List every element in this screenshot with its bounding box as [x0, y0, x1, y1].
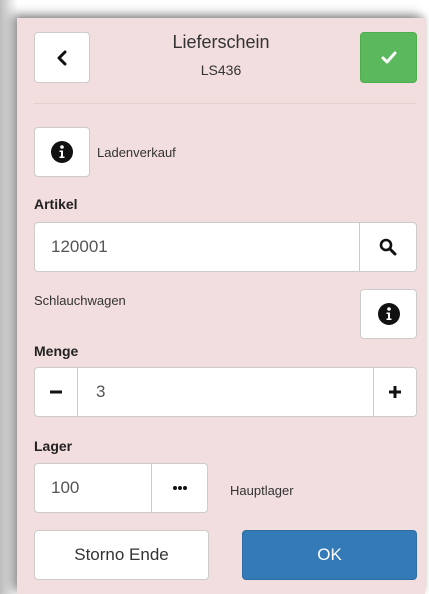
- article-value: 120001: [51, 237, 108, 256]
- article-description: Schlauchwagen: [34, 293, 126, 308]
- quantity-label: Menge: [34, 343, 79, 359]
- article-info-button[interactable]: [360, 289, 417, 339]
- cancel-end-label: Storno Ende: [74, 545, 169, 564]
- ok-label: OK: [317, 545, 342, 564]
- minus-icon: [50, 390, 62, 394]
- page-title: Lieferschein: [172, 32, 270, 52]
- chevron-left-icon: [57, 50, 67, 65]
- article-input[interactable]: 120001: [34, 222, 360, 272]
- cancel-end-button[interactable]: Storno Ende: [34, 530, 209, 580]
- plus-icon: [389, 386, 401, 398]
- storage-name: Hauptlager: [230, 483, 294, 498]
- article-search-button[interactable]: [359, 222, 417, 272]
- storage-value: 100: [51, 478, 80, 497]
- quantity-input[interactable]: 3: [77, 367, 374, 417]
- article-label: Artikel: [34, 196, 78, 212]
- delivery-note-panel: Lieferschein LS436 Ladenverkauf Artikel …: [17, 18, 425, 594]
- storage-label: Lager: [34, 438, 73, 454]
- info-circle-icon: [51, 141, 73, 163]
- search-icon: [379, 238, 397, 256]
- customer-name: Ladenverkauf: [97, 145, 176, 160]
- customer-info-button[interactable]: [34, 127, 90, 177]
- ellipsis-icon: [172, 486, 187, 490]
- quantity-increment-button[interactable]: [373, 367, 417, 417]
- info-circle-icon: [377, 303, 400, 325]
- quantity-value: 3: [96, 382, 106, 401]
- back-button[interactable]: [34, 32, 90, 83]
- quantity-decrement-button[interactable]: [34, 367, 78, 417]
- header-divider: [34, 103, 416, 104]
- ok-button[interactable]: OK: [242, 530, 417, 580]
- storage-select-button[interactable]: [151, 463, 208, 513]
- confirm-button[interactable]: [360, 32, 417, 83]
- document-number: LS436: [200, 62, 242, 78]
- check-icon: [381, 51, 396, 63]
- window-frame: Lieferschein LS436 Ladenverkauf Artikel …: [0, 0, 429, 594]
- storage-input[interactable]: 100: [34, 463, 152, 513]
